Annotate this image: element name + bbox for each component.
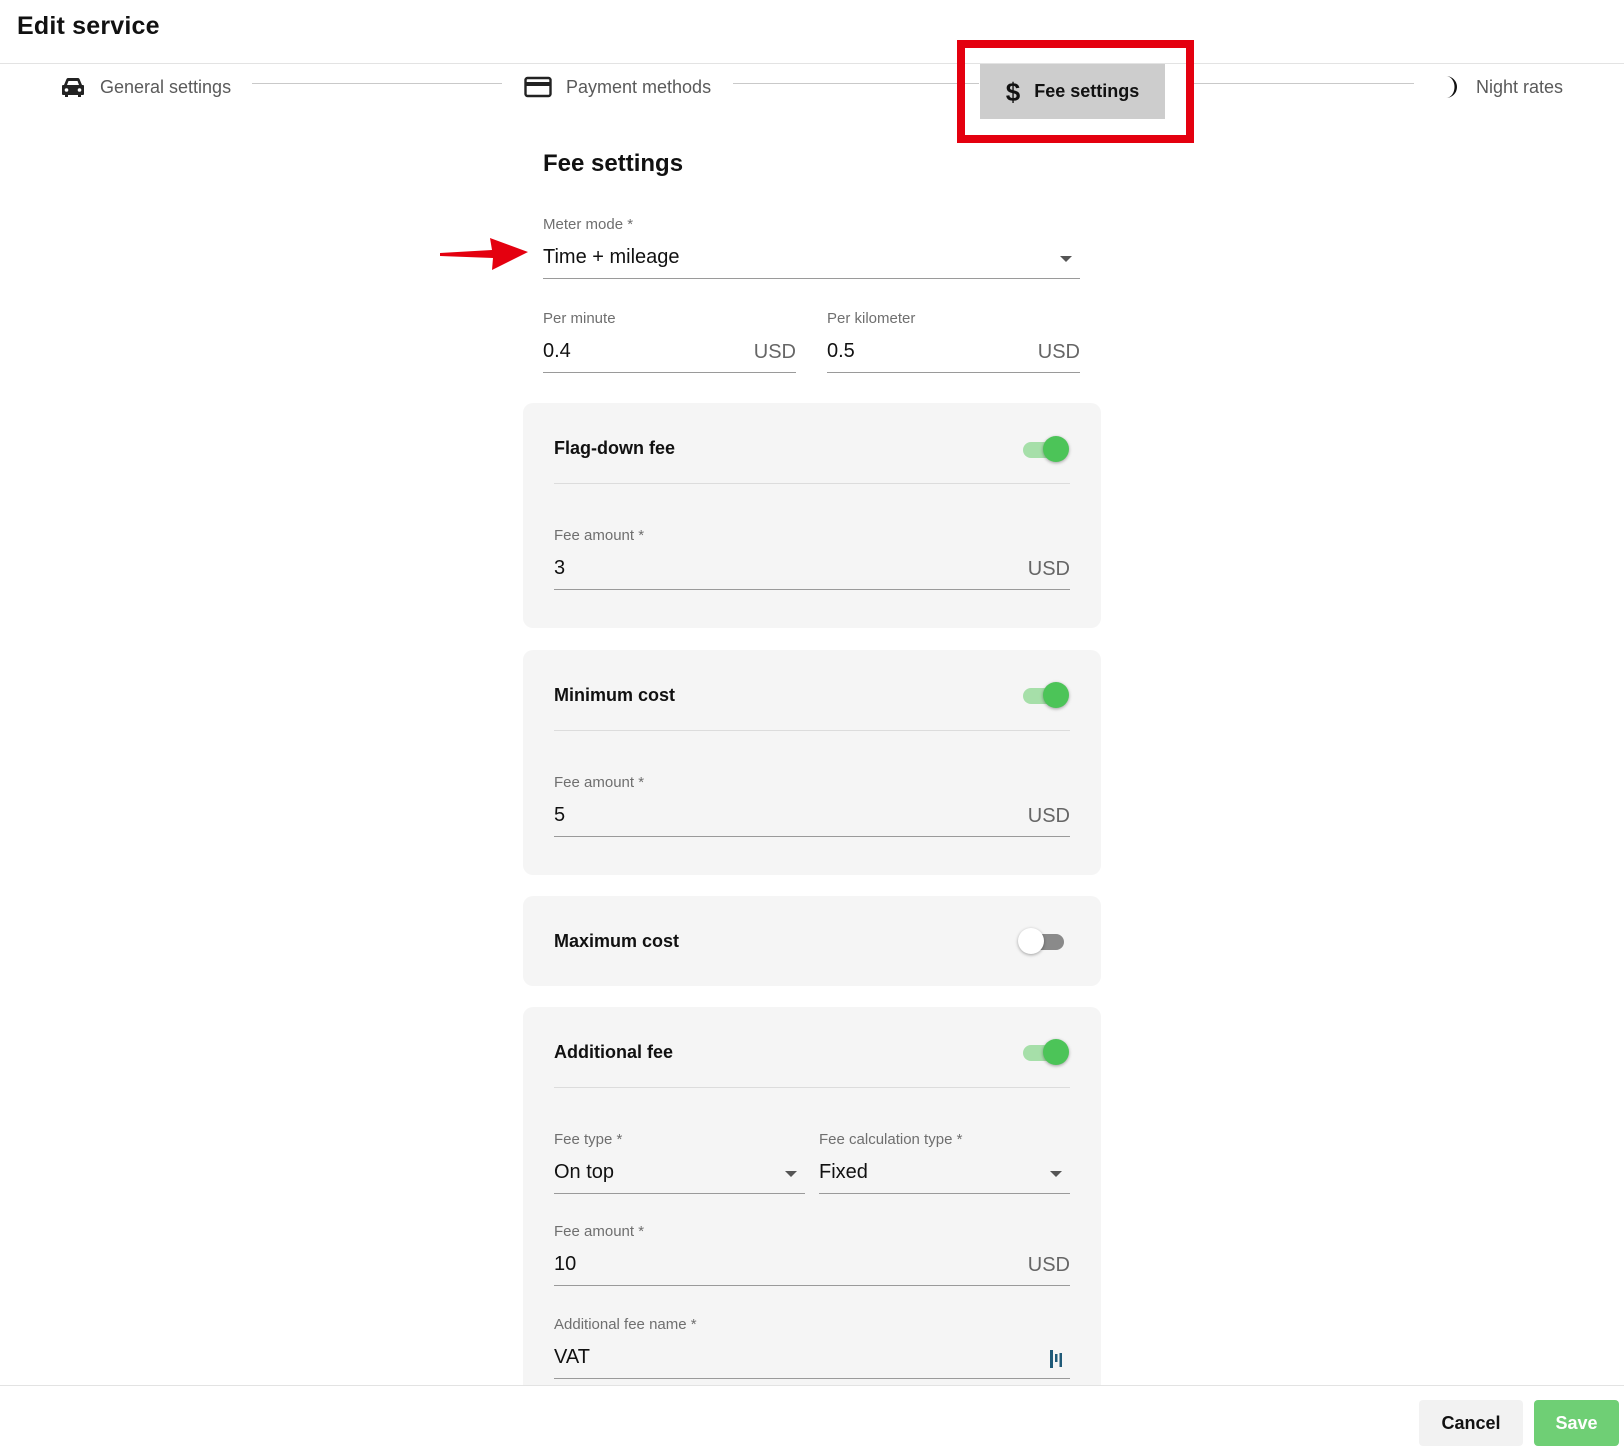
step-general-settings[interactable]: General settings [60, 70, 231, 104]
field-label: Fee calculation type * [819, 1131, 963, 1148]
maximum-cost-card: Maximum cost [523, 896, 1101, 986]
chevron-down-icon [1060, 256, 1072, 262]
additional-fee-toggle[interactable] [1021, 1038, 1069, 1066]
divider [554, 730, 1070, 731]
field-value: 5 [554, 804, 566, 826]
card-title: Additional fee [554, 1042, 674, 1062]
chevron-down-icon [1050, 1171, 1062, 1177]
card-title: Minimum cost [554, 685, 676, 705]
unit-suffix: USD [753, 341, 796, 363]
field-value: 0.4 [543, 340, 571, 362]
field-label: Fee amount * [554, 774, 645, 791]
flag-down-amount-field[interactable]: Fee amount * 3 USD [554, 527, 1070, 590]
additional-fee-amount-field[interactable]: Fee amount * 10 USD [554, 1223, 1070, 1286]
card-title: Maximum cost [554, 931, 680, 951]
unit-suffix: USD [1037, 341, 1080, 363]
field-label: Fee amount * [554, 527, 645, 544]
flag-down-fee-card: Flag-down fee Fee amount * 3 USD [523, 403, 1101, 628]
fee-type-select[interactable]: Fee type * On top [554, 1131, 805, 1194]
divider [554, 1087, 1070, 1088]
step-label: General settings [100, 76, 232, 97]
flag-down-fee-toggle[interactable] [1021, 435, 1069, 463]
credit-card-icon [524, 76, 552, 98]
step-connector [1194, 83, 1414, 84]
unit-suffix: USD [1027, 805, 1070, 827]
field-value: On top [554, 1161, 615, 1183]
header-bar: Edit service [0, 0, 1624, 64]
meter-mode-select[interactable]: Meter mode * Time + mileage [543, 216, 1080, 279]
step-label: Payment methods [566, 76, 712, 97]
field-label: Per minute [543, 310, 616, 327]
unit-suffix: USD [1027, 1254, 1070, 1276]
chevron-down-icon [785, 1171, 797, 1177]
minimum-cost-amount-field[interactable]: Fee amount * 5 USD [554, 774, 1070, 837]
field-value: 0.5 [827, 340, 855, 362]
annotation-arrow-icon [440, 238, 528, 270]
divider [554, 483, 1070, 484]
field-label: Fee type * [554, 1131, 623, 1148]
step-label: Night rates [1476, 76, 1564, 97]
field-value: VAT [554, 1346, 590, 1368]
fee-calculation-type-select[interactable]: Fee calculation type * Fixed [819, 1131, 1070, 1194]
moon-icon [1440, 74, 1462, 100]
step-connector [252, 83, 502, 84]
per-kilometer-field[interactable]: Per kilometer 0.5 USD [827, 310, 1080, 373]
field-label: Meter mode * [543, 216, 634, 233]
step-payment-methods[interactable]: Payment methods [524, 70, 711, 104]
cancel-button[interactable]: Cancel [1419, 1400, 1523, 1446]
card-title: Flag-down fee [554, 438, 675, 458]
page-title: Edit service [17, 12, 160, 40]
translate-icon[interactable] [1050, 1349, 1064, 1374]
maximum-cost-toggle[interactable] [1018, 927, 1066, 955]
section-title: Fee settings [543, 150, 684, 177]
step-night-rates[interactable]: Night rates [1440, 70, 1563, 104]
step-connector [733, 83, 979, 84]
car-icon [60, 75, 86, 99]
annotation-highlight-box [957, 40, 1194, 143]
minimum-cost-card: Minimum cost Fee amount * 5 USD [523, 650, 1101, 875]
field-label: Fee amount * [554, 1223, 645, 1240]
field-value: Fixed [819, 1161, 868, 1183]
footer-bar: Cancel Save [0, 1385, 1624, 1454]
additional-fee-card: Additional fee Fee type * On top Fee cal… [523, 1007, 1101, 1427]
save-button[interactable]: Save [1534, 1400, 1619, 1446]
minimum-cost-toggle[interactable] [1021, 681, 1069, 709]
field-value: 10 [554, 1253, 577, 1275]
per-minute-field[interactable]: Per minute 0.4 USD [543, 310, 796, 373]
unit-suffix: USD [1027, 558, 1070, 580]
field-value: 3 [554, 557, 566, 579]
field-value: Time + mileage [543, 246, 680, 268]
field-label: Per kilometer [827, 310, 916, 327]
field-label: Additional fee name * [554, 1316, 697, 1333]
additional-fee-name-field[interactable]: Additional fee name * VAT [554, 1316, 1070, 1379]
